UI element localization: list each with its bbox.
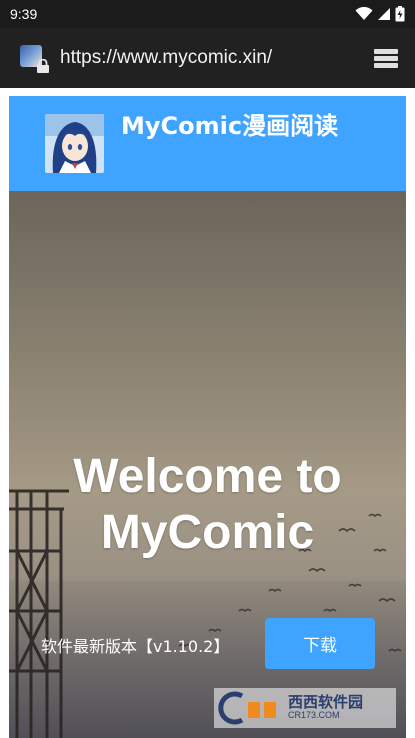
site-title: MyComic漫画阅读 <box>121 112 339 140</box>
watermark: 西西软件园 CR173.COM <box>214 688 396 728</box>
status-icons <box>355 6 405 22</box>
lock-icon <box>37 59 49 73</box>
tabs-menu-icon <box>374 49 398 68</box>
site-security-indicator[interactable] <box>20 43 50 73</box>
version-text: 软件最新版本【v1.10.2】 <box>41 637 230 656</box>
battery-charging-icon <box>395 6 405 22</box>
browser-url-bar: https://www.mycomic.xin/ <box>0 28 415 88</box>
hero-title-line2: MyComic <box>100 506 315 559</box>
web-content: MyComic漫画阅读 Welcome to MyComic 软件最新版本【v1… <box>0 88 415 738</box>
status-bar: 9:39 <box>0 0 415 28</box>
anime-avatar-icon <box>45 114 104 173</box>
status-time: 9:39 <box>10 6 38 22</box>
site-logo[interactable] <box>45 114 104 173</box>
download-button[interactable]: 下载 <box>265 618 375 669</box>
hero-title: Welcome to MyComic <box>9 449 406 561</box>
watermark-brand: 西西软件园 <box>288 693 364 711</box>
hero-title-line1: Welcome to <box>73 450 342 503</box>
signal-icon <box>378 8 390 20</box>
tabs-menu-button[interactable] <box>371 43 401 73</box>
site-header: MyComic漫画阅读 <box>9 96 406 191</box>
wifi-icon <box>355 7 373 20</box>
page: MyComic漫画阅读 Welcome to MyComic 软件最新版本【v1… <box>9 96 406 738</box>
url-field[interactable]: https://www.mycomic.xin/ <box>60 47 371 69</box>
